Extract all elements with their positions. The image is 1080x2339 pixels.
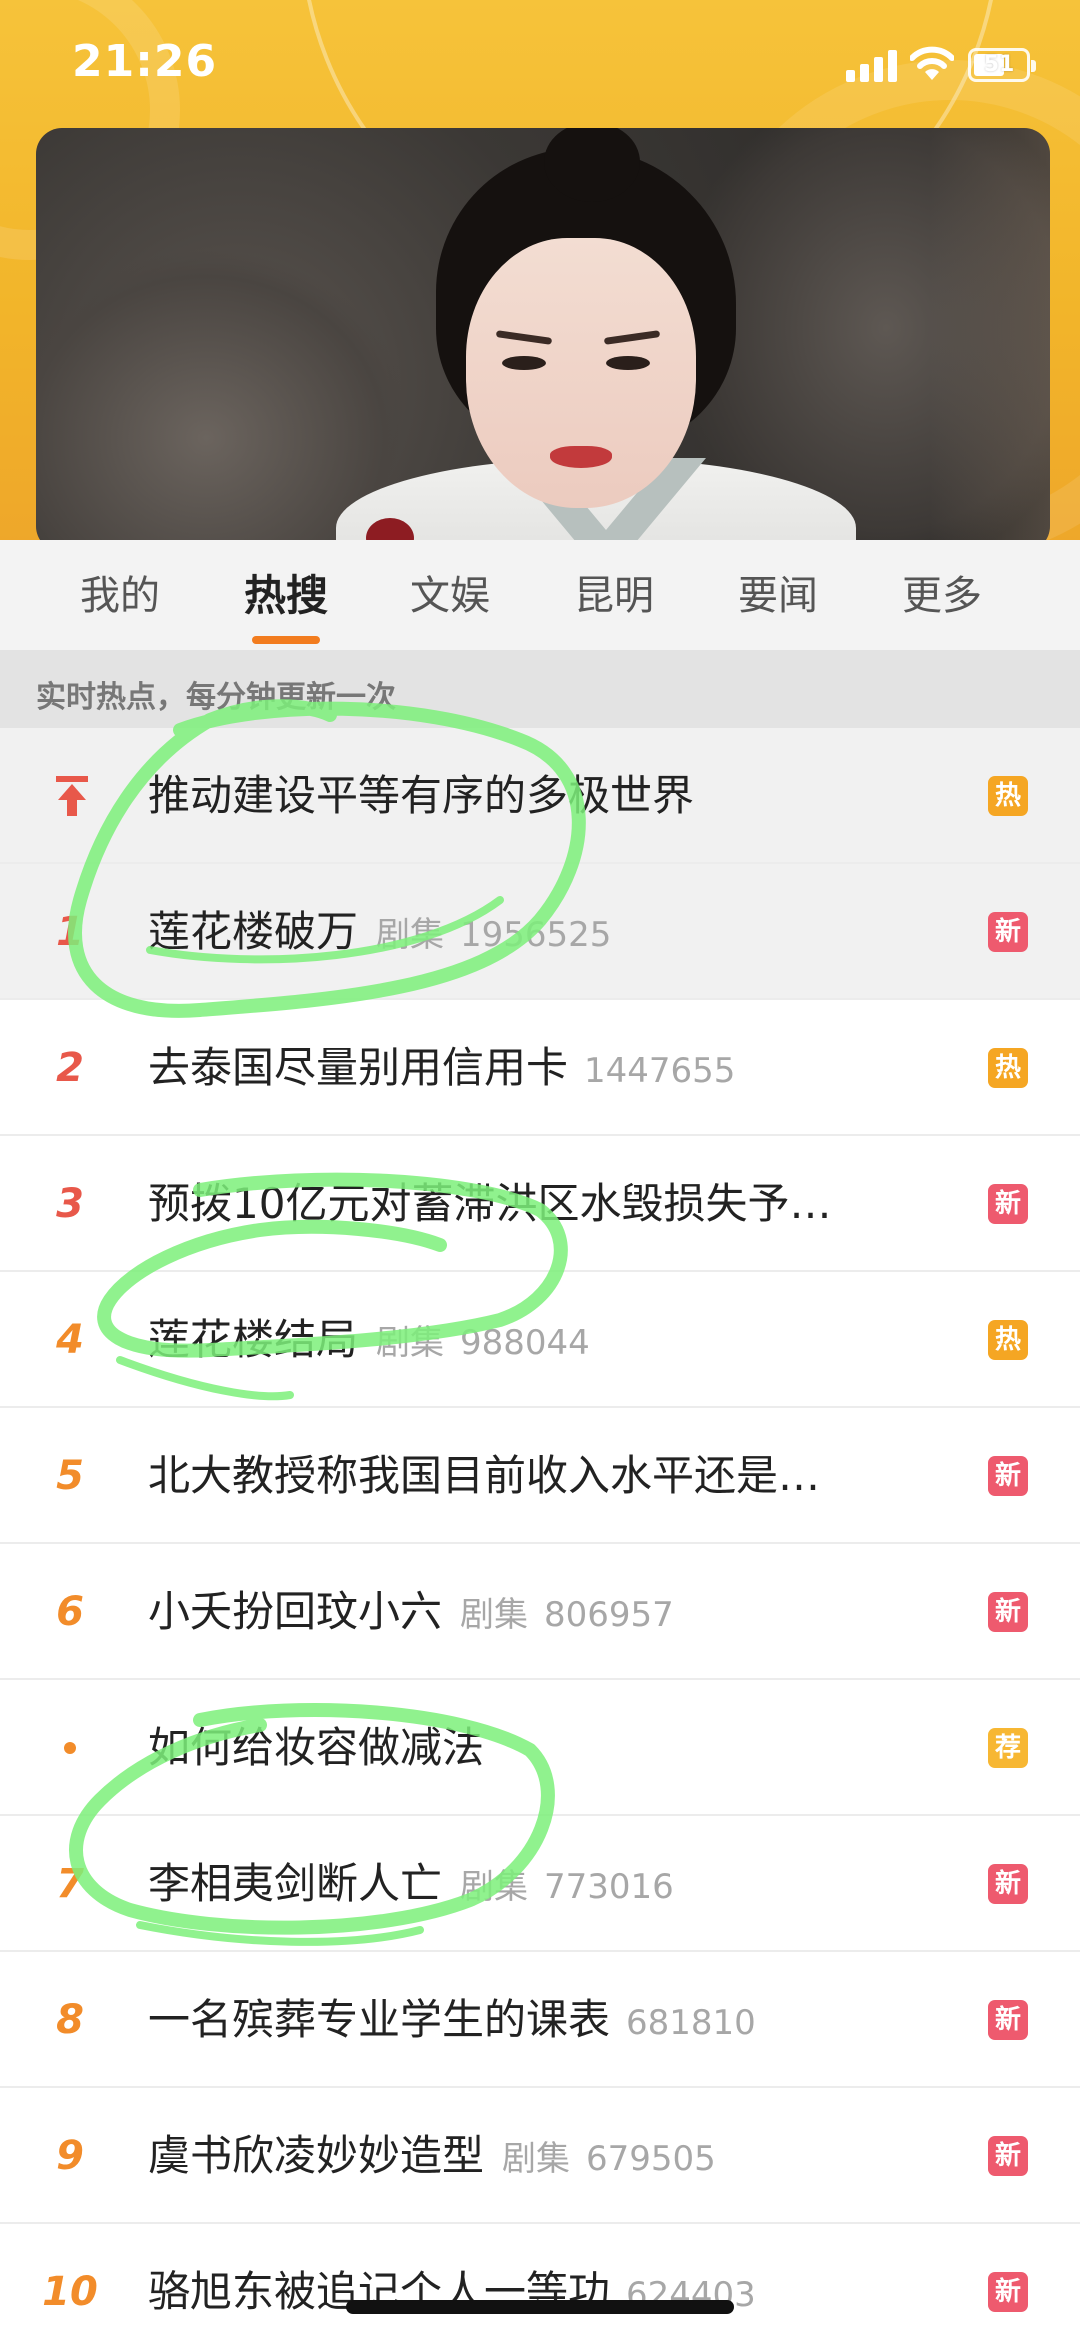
wifi-icon (910, 46, 954, 80)
heat-count: 1447655 (584, 1051, 736, 1091)
hot-badge: 热 (988, 1320, 1028, 1360)
banner-person (316, 128, 856, 552)
tab-hot-search[interactable]: 热搜 (226, 568, 346, 624)
category-label: 剧集 (376, 915, 445, 955)
subtitle-text: 实时热点，每分钟更新一次 (36, 680, 396, 715)
status-time: 21:26 (72, 36, 218, 87)
list-item[interactable]: 4 莲花楼结局 剧集 988044 热 (0, 1272, 1080, 1408)
list-item[interactable]: 3 预拨10亿元对蓄滞洪区水毁损失予… 新 (0, 1136, 1080, 1272)
heat-count: 681810 (626, 2003, 756, 2043)
list-item-title: 虞书欣凌妙妙造型 剧集 679505 (148, 2131, 716, 2180)
new-badge: 新 (988, 2136, 1028, 2176)
new-badge: 新 (988, 1592, 1028, 1632)
battery-icon: 51 (968, 48, 1036, 82)
list-item-title: 李相夷剑断人亡 剧集 773016 (148, 1859, 674, 1908)
rank-number: 7 (56, 1861, 84, 1907)
list-item[interactable]: 2 去泰国尽量别用信用卡 1447655 热 (0, 1000, 1080, 1136)
tab-entertainment[interactable]: 文娱 (390, 568, 510, 624)
rank-number: 10 (42, 2269, 98, 2315)
rank-number: 8 (56, 1997, 84, 2043)
list-item[interactable]: 6 小夭扮回玟小六 剧集 806957 新 (0, 1544, 1080, 1680)
new-badge: 新 (988, 1456, 1028, 1496)
list-item[interactable]: 10 骆旭东被追记个人一等功 624403 新 (0, 2224, 1080, 2339)
rank-number: 1 (56, 909, 84, 955)
list-item[interactable]: 7 李相夷剑断人亡 剧集 773016 新 (0, 1816, 1080, 1952)
heat-count: 988044 (460, 1323, 590, 1363)
list-item-title: 预拨10亿元对蓄滞洪区水毁损失予… (148, 1179, 832, 1228)
list-item-title: 莲花楼破万 剧集 1956525 (148, 907, 612, 956)
tab-bar: 我的 热搜 文娱 昆明 要闻 更多 (0, 540, 1080, 650)
list-item-title: 推动建设平等有序的多极世界 (148, 771, 695, 820)
list-item-title: 莲花楼结局 剧集 988044 (148, 1315, 590, 1364)
list-item-title: 如何给妆容做减法 (148, 1723, 485, 1772)
category-label: 剧集 (376, 1323, 445, 1363)
list-item-title: 去泰国尽量别用信用卡 1447655 (148, 1043, 736, 1092)
new-badge: 新 (988, 1864, 1028, 1904)
list-item-title: 一名殡葬专业学生的课表 681810 (148, 1995, 756, 2044)
rank-number: 6 (56, 1589, 84, 1635)
list-item[interactable]: 推动建设平等有序的多极世界 热 (0, 728, 1080, 864)
rank-number: 2 (56, 1045, 84, 1091)
active-tab-indicator (252, 636, 320, 644)
list-item[interactable]: 5 北大教授称我国目前收入水平还是… 新 (0, 1408, 1080, 1544)
recommend-dot-icon (30, 1680, 110, 1816)
hot-badge: 热 (988, 776, 1028, 816)
list-item[interactable]: 1 莲花楼破万 剧集 1956525 新 (0, 864, 1080, 1000)
hot-badge: 热 (988, 1048, 1028, 1088)
category-label: 剧集 (460, 1867, 529, 1907)
rank-number: 4 (56, 1317, 84, 1363)
heat-count: 773016 (544, 1867, 674, 1907)
new-badge: 新 (988, 2000, 1028, 2040)
list-item-title: 骆旭东被追记个人一等功 624403 (148, 2267, 756, 2316)
rank-number: 5 (56, 1453, 84, 1499)
home-indicator[interactable] (346, 2300, 734, 2314)
category-label: 剧集 (460, 1595, 529, 1635)
new-badge: 新 (988, 912, 1028, 952)
list-item-recommended[interactable]: 如何给妆容做减法 荐 (0, 1680, 1080, 1816)
status-bar: 21:26 51 (0, 0, 1080, 130)
pin-top-icon (56, 776, 88, 816)
new-badge: 新 (988, 2272, 1028, 2312)
rank-number: 3 (56, 1181, 84, 1227)
battery-percentage: 51 (983, 52, 1015, 77)
rank-number: 9 (56, 2133, 84, 2179)
subtitle-bar: 实时热点，每分钟更新一次 (0, 650, 1080, 728)
recommend-badge: 荐 (988, 1728, 1028, 1768)
banner-image[interactable] (36, 128, 1050, 552)
list-item[interactable]: 8 一名殡葬专业学生的课表 681810 新 (0, 1952, 1080, 2088)
cellular-signal-icon (846, 48, 898, 82)
tab-mine[interactable]: 我的 (60, 568, 180, 624)
list-item[interactable]: 9 虞书欣凌妙妙造型 剧集 679505 新 (0, 2088, 1080, 2224)
tab-kunming[interactable]: 昆明 (554, 568, 674, 624)
tab-more[interactable]: 更多 (882, 568, 1002, 624)
list-item-title: 北大教授称我国目前收入水平还是… (148, 1451, 821, 1500)
list-item-title: 小夭扮回玟小六 剧集 806957 (148, 1587, 674, 1636)
heat-count: 1956525 (460, 915, 612, 955)
new-badge: 新 (988, 1184, 1028, 1224)
category-label: 剧集 (502, 2139, 571, 2179)
heat-count: 806957 (544, 1595, 674, 1635)
heat-count: 679505 (586, 2139, 716, 2179)
tab-news[interactable]: 要闻 (718, 568, 838, 624)
